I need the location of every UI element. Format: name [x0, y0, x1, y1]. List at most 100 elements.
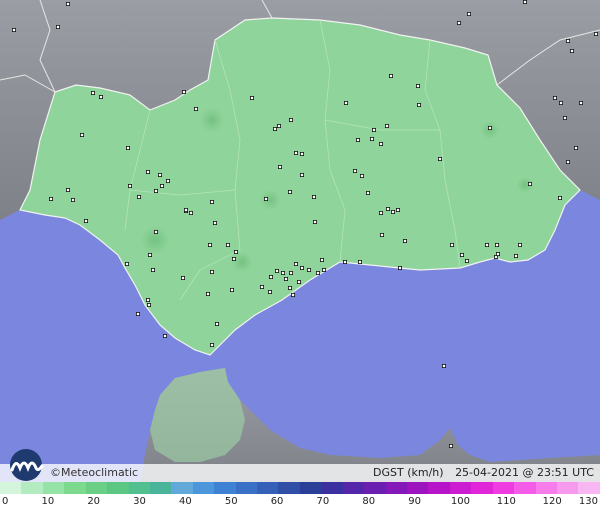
- station-marker[interactable]: [299, 151, 304, 156]
- station-marker[interactable]: [352, 168, 357, 173]
- station-marker[interactable]: [209, 199, 214, 204]
- station-marker[interactable]: [315, 270, 320, 275]
- station-marker[interactable]: [355, 137, 360, 142]
- station-marker[interactable]: [205, 291, 210, 296]
- station-marker[interactable]: [570, 49, 575, 54]
- station-marker[interactable]: [343, 101, 348, 106]
- station-marker[interactable]: [272, 127, 277, 132]
- station-marker[interactable]: [378, 210, 383, 215]
- station-marker[interactable]: [287, 285, 292, 290]
- station-marker[interactable]: [448, 443, 453, 448]
- station-marker[interactable]: [214, 321, 219, 326]
- station-marker[interactable]: [157, 172, 162, 177]
- station-marker[interactable]: [229, 287, 234, 292]
- station-marker[interactable]: [56, 24, 61, 29]
- station-marker[interactable]: [365, 190, 370, 195]
- station-marker[interactable]: [299, 265, 304, 270]
- station-marker[interactable]: [384, 124, 389, 129]
- station-marker[interactable]: [84, 218, 89, 223]
- station-marker[interactable]: [71, 197, 76, 202]
- station-marker[interactable]: [299, 172, 304, 177]
- station-marker[interactable]: [277, 164, 282, 169]
- station-marker[interactable]: [390, 209, 395, 214]
- station-marker[interactable]: [66, 2, 71, 7]
- station-marker[interactable]: [296, 279, 301, 284]
- station-marker[interactable]: [145, 297, 150, 302]
- station-marker[interactable]: [402, 238, 407, 243]
- station-marker[interactable]: [153, 229, 158, 234]
- station-marker[interactable]: [528, 181, 533, 186]
- station-marker[interactable]: [290, 292, 295, 297]
- station-marker[interactable]: [146, 302, 151, 307]
- station-marker[interactable]: [287, 189, 292, 194]
- station-marker[interactable]: [49, 196, 54, 201]
- station-marker[interactable]: [416, 103, 421, 108]
- station-marker[interactable]: [162, 333, 167, 338]
- station-marker[interactable]: [359, 173, 364, 178]
- station-marker[interactable]: [125, 261, 130, 266]
- station-marker[interactable]: [484, 242, 489, 247]
- station-marker[interactable]: [306, 267, 311, 272]
- station-marker[interactable]: [563, 116, 568, 121]
- station-marker[interactable]: [441, 363, 446, 368]
- station-marker[interactable]: [342, 259, 347, 264]
- station-marker[interactable]: [371, 127, 376, 132]
- station-marker[interactable]: [66, 187, 71, 192]
- meteoclimatic-logo-icon[interactable]: [4, 448, 48, 482]
- station-marker[interactable]: [369, 136, 374, 141]
- station-marker[interactable]: [209, 342, 214, 347]
- station-marker[interactable]: [91, 91, 96, 96]
- station-marker[interactable]: [193, 107, 198, 112]
- station-marker[interactable]: [379, 232, 384, 237]
- station-marker[interactable]: [395, 207, 400, 212]
- station-marker[interactable]: [153, 188, 158, 193]
- station-marker[interactable]: [566, 39, 571, 44]
- station-marker[interactable]: [494, 242, 499, 247]
- station-marker[interactable]: [188, 210, 193, 215]
- station-marker[interactable]: [249, 96, 254, 101]
- station-marker[interactable]: [212, 220, 217, 225]
- station-marker[interactable]: [312, 219, 317, 224]
- gust-map[interactable]: [0, 0, 600, 482]
- station-marker[interactable]: [558, 195, 563, 200]
- station-marker[interactable]: [437, 156, 442, 161]
- station-marker[interactable]: [459, 252, 464, 257]
- station-marker[interactable]: [99, 95, 104, 100]
- station-marker[interactable]: [147, 252, 152, 257]
- station-marker[interactable]: [523, 0, 528, 4]
- station-marker[interactable]: [126, 145, 131, 150]
- station-marker[interactable]: [388, 74, 393, 79]
- station-marker[interactable]: [207, 242, 212, 247]
- station-marker[interactable]: [293, 150, 298, 155]
- station-marker[interactable]: [11, 27, 16, 32]
- station-marker[interactable]: [321, 267, 326, 272]
- station-marker[interactable]: [127, 183, 132, 188]
- station-marker[interactable]: [464, 258, 469, 263]
- station-marker[interactable]: [456, 20, 461, 25]
- station-marker[interactable]: [180, 275, 185, 280]
- station-marker[interactable]: [487, 126, 492, 131]
- station-marker[interactable]: [183, 207, 188, 212]
- station-marker[interactable]: [559, 101, 564, 106]
- station-marker[interactable]: [466, 11, 471, 16]
- station-marker[interactable]: [231, 256, 236, 261]
- station-marker[interactable]: [267, 289, 272, 294]
- station-marker[interactable]: [514, 253, 519, 258]
- station-marker[interactable]: [150, 267, 155, 272]
- station-marker[interactable]: [311, 194, 316, 199]
- station-marker[interactable]: [518, 242, 523, 247]
- station-marker[interactable]: [579, 101, 584, 106]
- station-marker[interactable]: [225, 242, 230, 247]
- station-marker[interactable]: [397, 265, 402, 270]
- station-marker[interactable]: [276, 124, 281, 129]
- station-marker[interactable]: [319, 257, 324, 262]
- station-marker[interactable]: [136, 194, 141, 199]
- station-marker[interactable]: [165, 178, 170, 183]
- station-marker[interactable]: [566, 159, 571, 164]
- station-marker[interactable]: [159, 183, 164, 188]
- station-marker[interactable]: [495, 251, 500, 256]
- station-marker[interactable]: [268, 274, 273, 279]
- station-marker[interactable]: [385, 206, 390, 211]
- station-marker[interactable]: [274, 268, 279, 273]
- station-marker[interactable]: [135, 311, 140, 316]
